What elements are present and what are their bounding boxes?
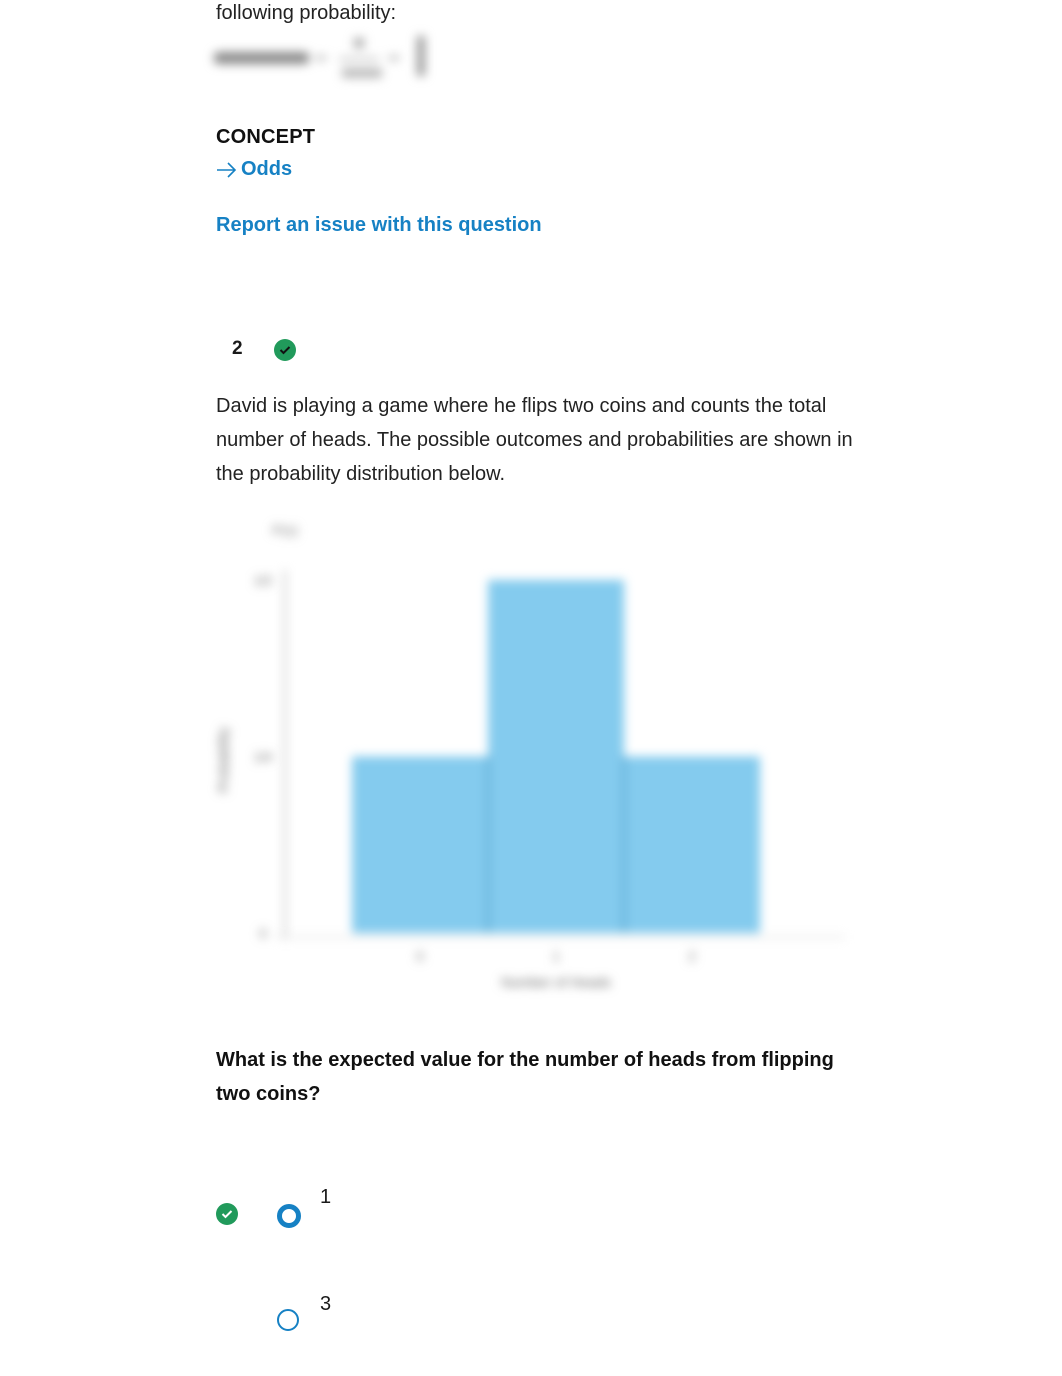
y-axis-label: Probability <box>215 727 231 792</box>
bar-0 <box>352 756 488 933</box>
option-1-label[interactable]: 1 <box>320 1186 331 1209</box>
option-2-label[interactable]: 3 <box>320 1293 331 1316</box>
y-tick-label: 1/4 <box>254 750 272 765</box>
option-1-radio[interactable] <box>277 1204 301 1228</box>
question-correct-badge <box>274 339 296 361</box>
chart-title: P(x) <box>272 522 298 538</box>
question-ask: What is the expected value for the numbe… <box>216 1049 834 1105</box>
previous-question-text: following probability: <box>216 2 397 24</box>
probability-distribution-chart: P(x) 0 1/4 1/2 Probability 0 1 2 Number of Heads <box>200 505 860 1005</box>
x-axis-label: Number of Heads <box>501 974 611 990</box>
bar-2 <box>624 756 760 933</box>
concept-heading: CONCEPT <box>216 126 316 148</box>
y-tick-label: 1/2 <box>254 573 272 588</box>
option-1-correct-icon <box>216 1203 238 1225</box>
concept-link-odds[interactable]: Odds <box>216 158 292 181</box>
x-tick-label: 2 <box>688 948 696 964</box>
checkmark-icon <box>221 1210 233 1219</box>
arrow-right-icon <box>217 161 237 178</box>
checkmark-icon <box>279 346 291 355</box>
question-prompt: David is playing a game where he flips t… <box>216 395 853 485</box>
question-number: 2 <box>232 338 243 359</box>
x-tick-label: 1 <box>552 948 560 964</box>
x-tick-label: 0 <box>416 948 424 964</box>
option-2-radio[interactable] <box>277 1309 299 1331</box>
y-tick-label: 0 <box>259 926 266 941</box>
chart-svg: P(x) 0 1/4 1/2 Probability 0 1 2 Number of Heads <box>215 522 845 990</box>
blurred-formula <box>214 34 434 84</box>
bar-1 <box>488 580 624 933</box>
report-issue-link[interactable]: Report an issue with this question <box>216 214 542 237</box>
concept-link-label: Odds <box>241 158 293 180</box>
